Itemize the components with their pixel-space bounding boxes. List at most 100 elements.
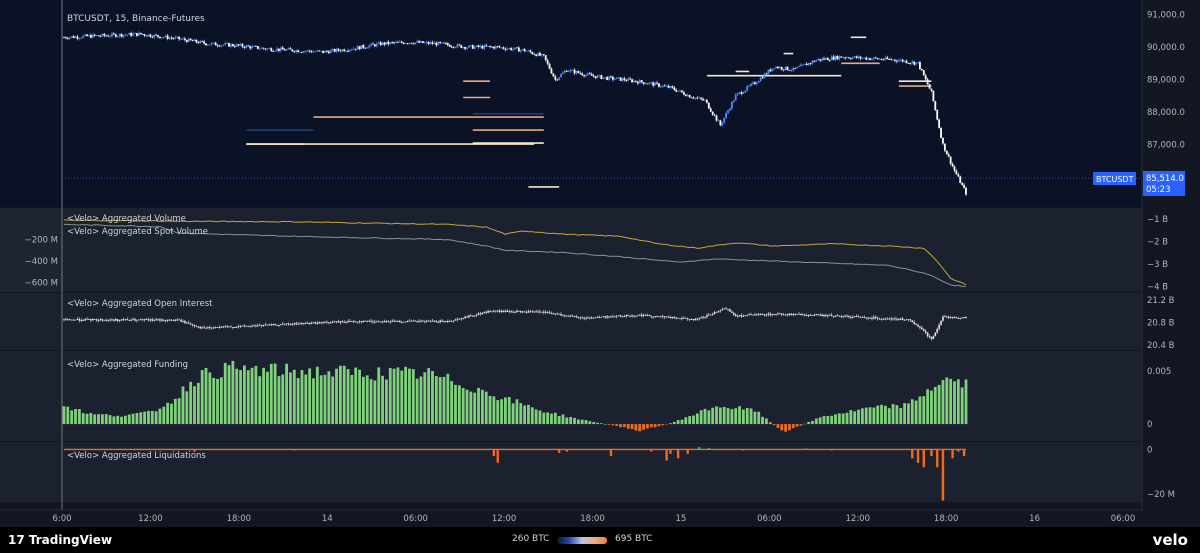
candle-body bbox=[425, 42, 428, 43]
candle-body bbox=[182, 38, 184, 40]
candle-body bbox=[782, 69, 785, 71]
funding-bar bbox=[170, 403, 173, 425]
candle-body bbox=[646, 83, 649, 85]
oi-candle-body bbox=[466, 316, 468, 318]
candle-body bbox=[231, 44, 234, 47]
candle-body bbox=[636, 81, 639, 84]
oi-candle-body bbox=[909, 319, 912, 321]
oi-candle-body bbox=[876, 318, 879, 319]
oi-candle-body bbox=[224, 326, 227, 328]
liquidation-bar bbox=[805, 448, 808, 450]
candle-body bbox=[498, 46, 501, 48]
candle-body bbox=[625, 80, 628, 81]
oi-candle-body bbox=[101, 319, 104, 321]
oi-candle-body bbox=[803, 314, 806, 316]
candle-body bbox=[327, 51, 330, 54]
oi-candle-body bbox=[485, 311, 488, 313]
candle-body bbox=[521, 49, 524, 50]
oi-candle-body bbox=[692, 319, 695, 321]
funding-bar bbox=[837, 413, 841, 425]
oi-candle-body bbox=[216, 327, 219, 329]
candle-body bbox=[855, 56, 858, 58]
candle-body bbox=[842, 57, 845, 59]
oi-candle-body bbox=[258, 324, 261, 326]
candle-body bbox=[255, 45, 257, 47]
candle-body bbox=[667, 85, 670, 88]
oi-candle-body bbox=[345, 321, 347, 323]
candle-body bbox=[554, 76, 557, 80]
candle-body bbox=[796, 66, 799, 69]
oi-candle-body bbox=[790, 313, 793, 316]
candle-body bbox=[907, 62, 910, 64]
candle-body bbox=[826, 58, 829, 61]
candle-body bbox=[834, 55, 837, 60]
tradingview-label: TradingView bbox=[28, 533, 113, 547]
oi-candle-body bbox=[569, 315, 572, 317]
oi-candle-body bbox=[713, 312, 716, 314]
funding-bar bbox=[434, 376, 438, 425]
oi-candle-body bbox=[882, 318, 885, 320]
oi-candle-body bbox=[681, 318, 683, 320]
candle-body bbox=[256, 46, 259, 49]
oi-candle-body bbox=[122, 319, 125, 321]
oi-candle-body bbox=[268, 324, 271, 326]
candle-body bbox=[270, 48, 273, 51]
chart-svg[interactable]: 91,000.0 90,000.0 89,000.0 88,000.0 87,000.0… bbox=[0, 0, 1200, 527]
funding-bar bbox=[438, 377, 442, 425]
oi-candle-body bbox=[134, 319, 136, 321]
candle-body bbox=[709, 108, 712, 112]
candle-body bbox=[926, 79, 929, 85]
funding-bar bbox=[507, 397, 511, 425]
liquidation-bar bbox=[916, 449, 920, 463]
candle-body bbox=[719, 120, 722, 126]
candle-body bbox=[132, 33, 134, 36]
candle-body bbox=[611, 76, 614, 80]
funding-bar bbox=[803, 423, 807, 425]
oi-candle-body bbox=[779, 313, 781, 315]
oi-candle-body bbox=[251, 325, 253, 327]
funding-bar bbox=[496, 400, 500, 425]
funding-bar bbox=[354, 367, 358, 425]
candle-body bbox=[819, 59, 822, 61]
funding-bar bbox=[768, 422, 772, 425]
candle-body bbox=[141, 34, 144, 35]
oi-candle-body bbox=[234, 327, 236, 328]
liquidation-bar bbox=[957, 449, 960, 452]
oi-candle-body bbox=[961, 317, 963, 319]
oi-candle-body bbox=[592, 317, 595, 319]
volume-left-tick: −400 M bbox=[25, 257, 58, 267]
candle-body bbox=[441, 42, 443, 44]
oi-candle-body bbox=[560, 313, 562, 316]
oi-candle-body bbox=[324, 321, 326, 323]
candle-body bbox=[930, 88, 933, 91]
oi-candle-body bbox=[155, 319, 157, 321]
oi-candle-body bbox=[625, 315, 628, 317]
candle-body bbox=[487, 46, 490, 47]
oi-candle-body bbox=[416, 321, 418, 322]
tradingview-logo[interactable]: 𝟭𝟳 TradingView bbox=[8, 533, 112, 547]
funding-bar bbox=[392, 368, 396, 425]
oi-candle-body bbox=[642, 315, 645, 317]
funding-bar bbox=[634, 424, 638, 431]
oi-candle-body bbox=[953, 317, 956, 319]
funding-bar bbox=[649, 424, 653, 428]
oi-candle-body bbox=[859, 316, 862, 318]
time-tick-label: 06:00 bbox=[757, 514, 782, 524]
funding-bar bbox=[77, 409, 81, 425]
candle-body bbox=[220, 45, 223, 47]
oi-candle-body bbox=[84, 319, 86, 321]
oi-candle-body bbox=[723, 308, 725, 310]
oi-candle-body bbox=[587, 317, 589, 319]
candle-body bbox=[222, 44, 225, 46]
candle-body bbox=[911, 61, 914, 64]
funding-bar bbox=[342, 365, 346, 425]
funding-bar bbox=[239, 370, 242, 425]
funding-bar bbox=[795, 424, 799, 427]
candle-body bbox=[452, 46, 455, 48]
candle-body bbox=[750, 83, 752, 86]
funding-bar bbox=[500, 399, 503, 425]
funding-bar bbox=[185, 391, 189, 425]
funding-bar bbox=[711, 407, 715, 425]
candle-body bbox=[894, 59, 896, 61]
candle-body bbox=[350, 49, 353, 51]
